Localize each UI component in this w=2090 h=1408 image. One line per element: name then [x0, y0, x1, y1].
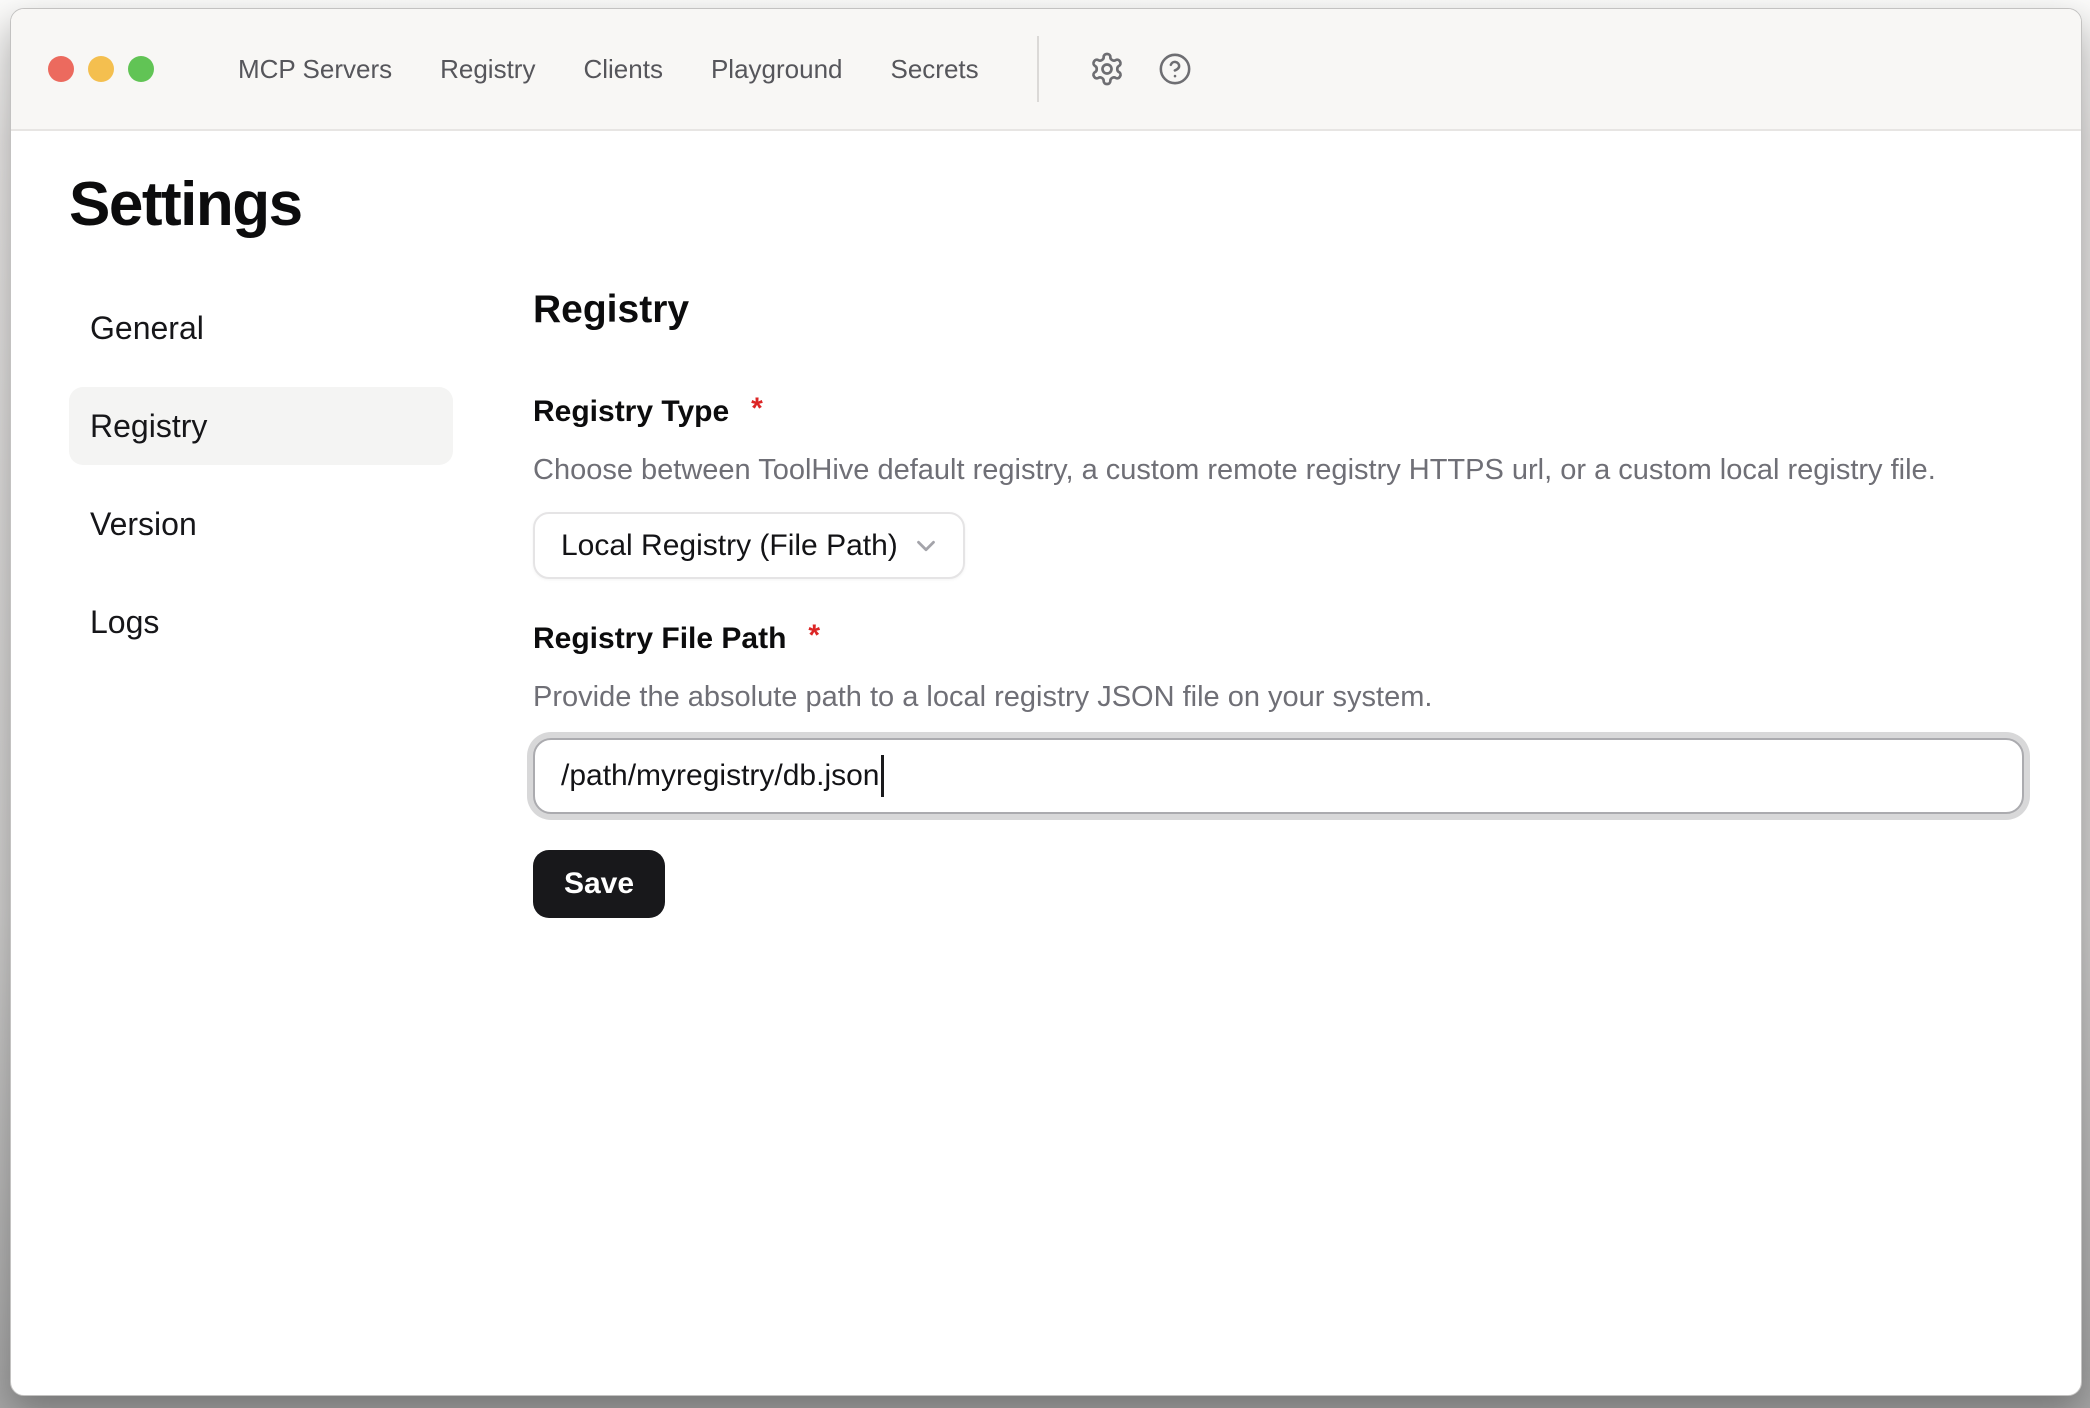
nav-item-secrets[interactable]: Secrets: [891, 56, 979, 82]
minimize-window-button[interactable]: [88, 56, 114, 82]
nav-item-registry[interactable]: Registry: [440, 56, 535, 82]
registry-file-path-description: Provide the absolute path to a local reg…: [533, 679, 2024, 715]
required-asterisk: *: [808, 619, 820, 652]
registry-type-selected-value: Local Registry (File Path): [561, 529, 898, 563]
registry-type-description: Choose between ToolHive default registry…: [533, 452, 2024, 488]
required-asterisk: *: [751, 392, 763, 425]
save-button[interactable]: Save: [533, 850, 665, 918]
sidebar-item-general[interactable]: General: [69, 289, 453, 367]
nav-item-mcp-servers[interactable]: MCP Servers: [238, 56, 392, 82]
registry-type-label: Registry Type *: [533, 394, 2024, 430]
zoom-window-button[interactable]: [128, 56, 154, 82]
titlebar: MCP Servers Registry Clients Playground …: [11, 9, 2081, 131]
registry-file-path-field: Registry File Path * Provide the absolute…: [533, 621, 2024, 813]
registry-file-path-label-text: Registry File Path: [533, 622, 786, 655]
titlebar-icons: [1089, 51, 1192, 87]
close-window-button[interactable]: [48, 56, 74, 82]
chevron-down-icon: [911, 531, 941, 561]
section-title: Registry: [533, 289, 2024, 332]
registry-file-path-label: Registry File Path *: [533, 621, 2024, 657]
registry-settings-panel: Registry Registry Type * Choose between T…: [533, 289, 2024, 977]
registry-type-field: Registry Type * Choose between ToolHive d…: [533, 394, 2024, 579]
traffic-lights: [48, 56, 154, 82]
nav-item-playground[interactable]: Playground: [711, 56, 843, 82]
settings-page: Settings General Registry Version Logs R…: [11, 171, 2081, 978]
top-navigation: MCP Servers Registry Clients Playground …: [238, 56, 979, 82]
titlebar-divider: [1037, 36, 1039, 102]
settings-sidebar: General Registry Version Logs: [69, 289, 453, 681]
registry-file-path-value: /path/myregistry/db.json: [561, 759, 879, 793]
settings-gear-icon[interactable]: [1089, 51, 1125, 87]
text-caret: [881, 755, 884, 797]
sidebar-item-registry[interactable]: Registry: [69, 387, 453, 465]
registry-file-path-input[interactable]: /path/myregistry/db.json: [533, 738, 2024, 814]
app-window: MCP Servers Registry Clients Playground …: [10, 8, 2082, 1396]
registry-type-label-text: Registry Type: [533, 395, 729, 428]
sidebar-item-version[interactable]: Version: [69, 485, 453, 563]
help-icon[interactable]: [1158, 52, 1192, 86]
sidebar-item-logs[interactable]: Logs: [69, 583, 453, 661]
page-title: Settings: [69, 171, 2081, 239]
registry-type-select[interactable]: Local Registry (File Path): [533, 512, 965, 579]
nav-item-clients[interactable]: Clients: [583, 56, 662, 82]
